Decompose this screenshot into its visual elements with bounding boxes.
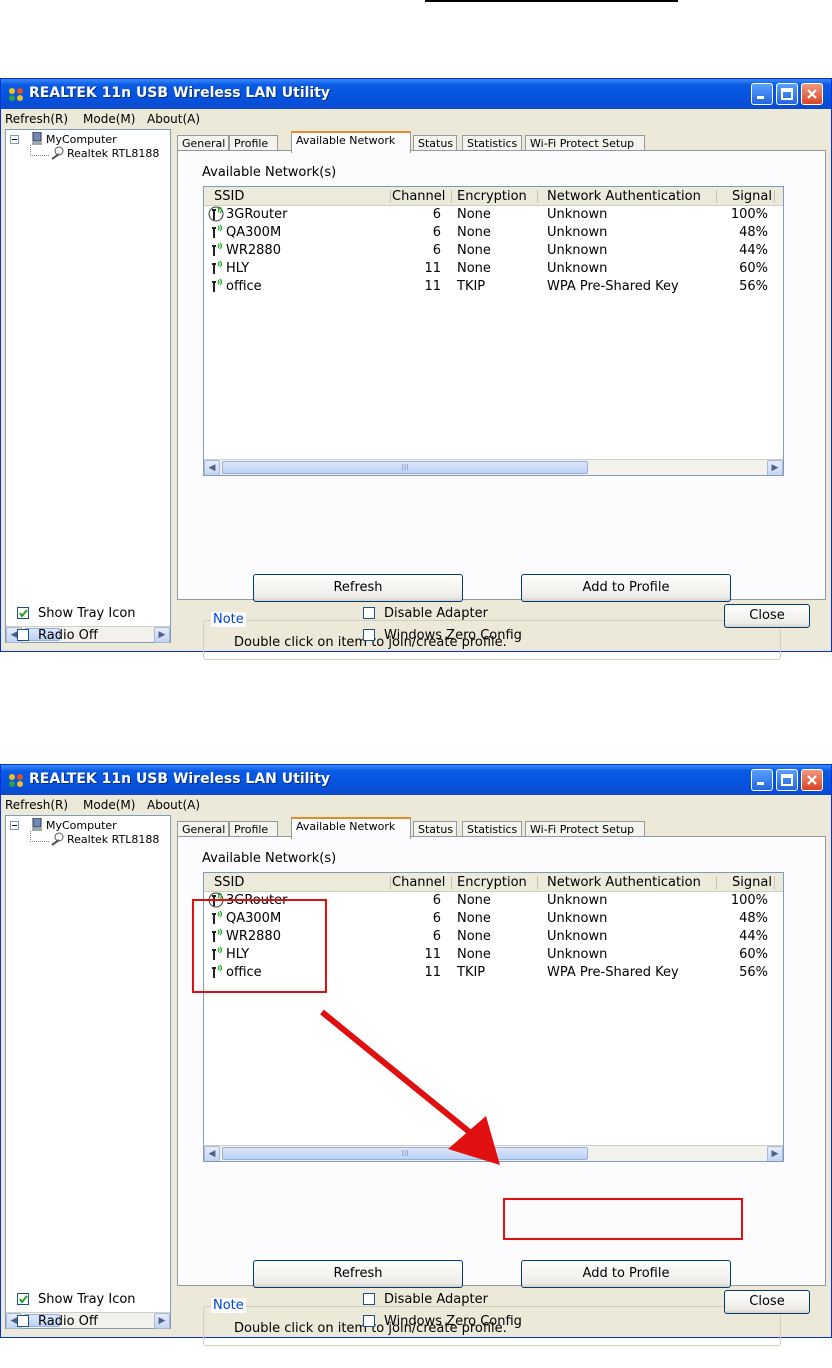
red-arrow-icon	[320, 1009, 500, 1165]
tab-available-network[interactable]: Available Network	[291, 131, 411, 153]
tab-available-network[interactable]: Available Network	[291, 817, 411, 839]
